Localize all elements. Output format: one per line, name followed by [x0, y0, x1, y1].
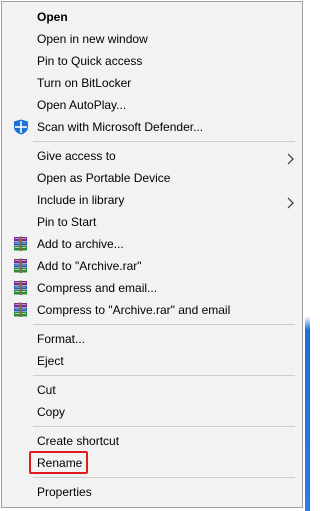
menu-separator — [33, 375, 295, 376]
menu-separator — [33, 426, 295, 427]
desktop-background — [305, 0, 310, 511]
winrar-icon — [12, 258, 30, 274]
menu-item-include-in-library[interactable]: Include in library — [2, 189, 302, 211]
menu-item-turn-on-bitlocker[interactable]: Turn on BitLocker — [2, 72, 302, 94]
menu-item-compress-and-email[interactable]: Compress and email... — [2, 277, 302, 299]
menu-separator — [33, 324, 295, 325]
menu-item-label: Open in new window — [37, 32, 148, 46]
menu-item-label: Scan with Microsoft Defender... — [37, 120, 204, 134]
menu-item-add-to-archive-rar[interactable]: Add to "Archive.rar" — [2, 255, 302, 277]
menu-item-label: Open as Portable Device — [37, 171, 171, 185]
menu-item-eject[interactable]: Eject — [2, 350, 302, 372]
menu-separator — [33, 141, 295, 142]
menu-item-scan-defender[interactable]: Scan with Microsoft Defender... — [2, 116, 302, 138]
menu-item-open-autoplay[interactable]: Open AutoPlay... — [2, 94, 302, 116]
chevron-right-icon — [284, 150, 296, 165]
menu-item-label: Open AutoPlay... — [37, 98, 127, 112]
defender-shield-icon — [12, 119, 30, 135]
menu-item-label: Give access to — [37, 149, 116, 163]
winrar-icon — [12, 236, 30, 252]
menu-item-label: Turn on BitLocker — [37, 76, 132, 90]
menu-separator — [33, 477, 295, 478]
menu-item-label: Add to "Archive.rar" — [37, 259, 142, 273]
winrar-icon — [12, 302, 30, 318]
menu-item-label: Format... — [37, 332, 86, 346]
menu-item-properties[interactable]: Properties — [2, 481, 302, 503]
menu-item-label: Pin to Start — [37, 215, 97, 229]
menu-item-add-to-archive[interactable]: Add to archive... — [2, 233, 302, 255]
rename-highlight-box — [29, 451, 88, 474]
chevron-right-icon — [284, 194, 296, 209]
menu-item-label: Add to archive... — [37, 237, 124, 251]
context-menu: Open Open in new window Pin to Quick acc… — [1, 1, 303, 508]
menu-item-label: Open — [37, 10, 68, 24]
menu-item-give-access[interactable]: Give access to — [2, 145, 302, 167]
menu-item-label: Create shortcut — [37, 434, 120, 448]
menu-item-label: Cut — [37, 383, 56, 397]
menu-item-pin-to-start[interactable]: Pin to Start — [2, 211, 302, 233]
menu-item-label: Properties — [37, 485, 92, 499]
menu-item-label: Compress and email... — [37, 281, 158, 295]
menu-item-open[interactable]: Open — [2, 6, 302, 28]
menu-item-label: Compress to "Archive.rar" and email — [37, 303, 231, 317]
menu-item-label: Copy — [37, 405, 66, 419]
menu-item-pin-quick-access[interactable]: Pin to Quick access — [2, 50, 302, 72]
menu-item-copy[interactable]: Copy — [2, 401, 302, 423]
menu-item-label: Eject — [37, 354, 64, 368]
winrar-icon — [12, 280, 30, 296]
menu-item-open-portable-device[interactable]: Open as Portable Device — [2, 167, 302, 189]
menu-item-label: Pin to Quick access — [37, 54, 143, 68]
menu-item-create-shortcut[interactable]: Create shortcut — [2, 430, 302, 452]
menu-item-cut[interactable]: Cut — [2, 379, 302, 401]
menu-item-format[interactable]: Format... — [2, 328, 302, 350]
menu-item-compress-to-rar-and-email[interactable]: Compress to "Archive.rar" and email — [2, 299, 302, 321]
menu-item-open-new-window[interactable]: Open in new window — [2, 28, 302, 50]
menu-item-label: Include in library — [37, 193, 125, 207]
